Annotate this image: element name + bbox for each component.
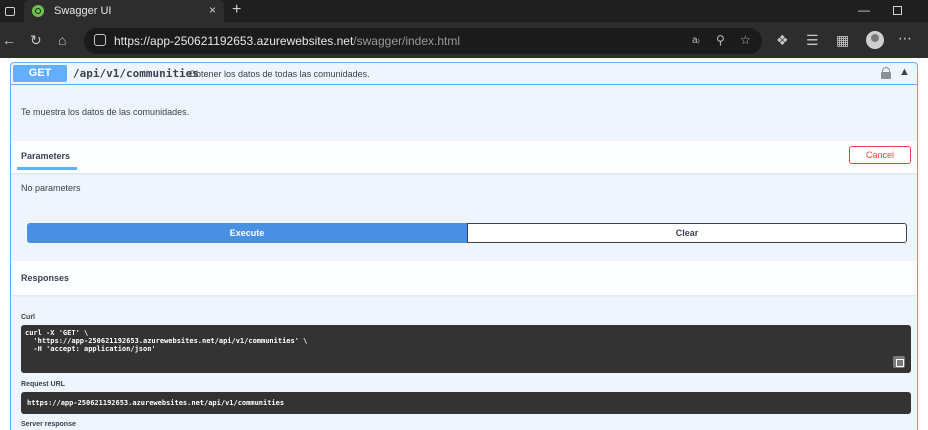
operation-summary-text: Obtener los datos de todas las comunidad…: [189, 69, 370, 79]
curl-line: curl -X 'GET' \: [25, 329, 89, 337]
site-info-icon[interactable]: [94, 34, 106, 46]
favorite-star-icon[interactable]: ☆: [740, 33, 751, 47]
address-bar[interactable]: https://app-250621192653.azurewebsites.n…: [84, 28, 762, 54]
clear-button[interactable]: Clear: [467, 223, 907, 243]
operation-summary[interactable]: GET /api/v1/communities Obtener los dato…: [11, 63, 917, 85]
responses-title: Responses: [21, 273, 70, 283]
execute-button-group: Execute Clear: [27, 223, 907, 243]
reload-icon[interactable]: ↻: [30, 33, 42, 47]
extensions-icon[interactable]: ❖: [776, 33, 789, 47]
request-url-label: Request URL: [21, 381, 65, 388]
address-url[interactable]: https://app-250621192653.azurewebsites.n…: [114, 34, 460, 48]
curl-line: -H 'accept: application/json': [25, 345, 156, 353]
home-icon[interactable]: ⌂: [58, 33, 66, 47]
no-parameters-text: No parameters: [21, 183, 81, 193]
minimize-icon[interactable]: —: [858, 3, 870, 17]
more-menu-icon[interactable]: ⋯: [898, 31, 912, 45]
collections-icon[interactable]: ▦: [836, 33, 849, 47]
curl-line: 'https://app-250621192653.azurewebsites.…: [25, 337, 308, 345]
execute-button[interactable]: Execute: [27, 223, 467, 243]
favorites-icon[interactable]: ☰: [806, 33, 819, 47]
operation-path: /api/v1/communities: [73, 67, 199, 80]
responses-header: Responses: [11, 261, 917, 295]
parameters-header: Parameters Cancel: [11, 141, 917, 173]
server-response-label: Server response: [21, 421, 76, 428]
read-aloud-icon[interactable]: a₎: [692, 35, 700, 46]
authorization-lock-icon[interactable]: [881, 67, 891, 79]
browser-tab[interactable]: Swagger UI ×: [24, 0, 224, 22]
cancel-button[interactable]: Cancel: [849, 146, 911, 164]
curl-code-block[interactable]: curl -X 'GET' \ 'https://app-25062119265…: [21, 325, 911, 373]
swagger-favicon-icon: [32, 5, 44, 17]
request-url-block: https://app-250621192653.azurewebsites.n…: [21, 392, 911, 414]
back-icon[interactable]: ←: [2, 33, 16, 47]
browser-toolbar: ← ↻ ⌂ https://app-250621192653.azurewebs…: [0, 22, 928, 58]
browser-titlebar: Swagger UI × + —: [0, 0, 928, 22]
collapse-chevron-up-icon[interactable]: ▲: [899, 66, 910, 78]
tab-close-icon[interactable]: ×: [209, 3, 216, 17]
profile-avatar[interactable]: [866, 31, 884, 49]
method-badge: GET: [13, 65, 67, 82]
zoom-icon[interactable]: ⚲: [716, 33, 725, 47]
operation-description: Te muestra los datos de las comunidades.: [21, 107, 190, 117]
maximize-icon[interactable]: [893, 6, 902, 15]
swagger-page: GET /api/v1/communities Obtener los dato…: [0, 58, 928, 430]
request-url-value: https://app-250621192653.azurewebsites.n…: [27, 399, 285, 407]
tab-title: Swagger UI: [54, 5, 112, 17]
operation-block: GET /api/v1/communities Obtener los dato…: [10, 62, 918, 430]
parameters-tab-underline: [17, 167, 77, 170]
curl-label: Curl: [21, 314, 35, 321]
new-tab-button[interactable]: +: [232, 1, 241, 19]
copy-to-clipboard-icon[interactable]: [893, 356, 905, 368]
window-menu-icon[interactable]: [5, 6, 15, 16]
parameters-tab[interactable]: Parameters: [21, 151, 70, 161]
